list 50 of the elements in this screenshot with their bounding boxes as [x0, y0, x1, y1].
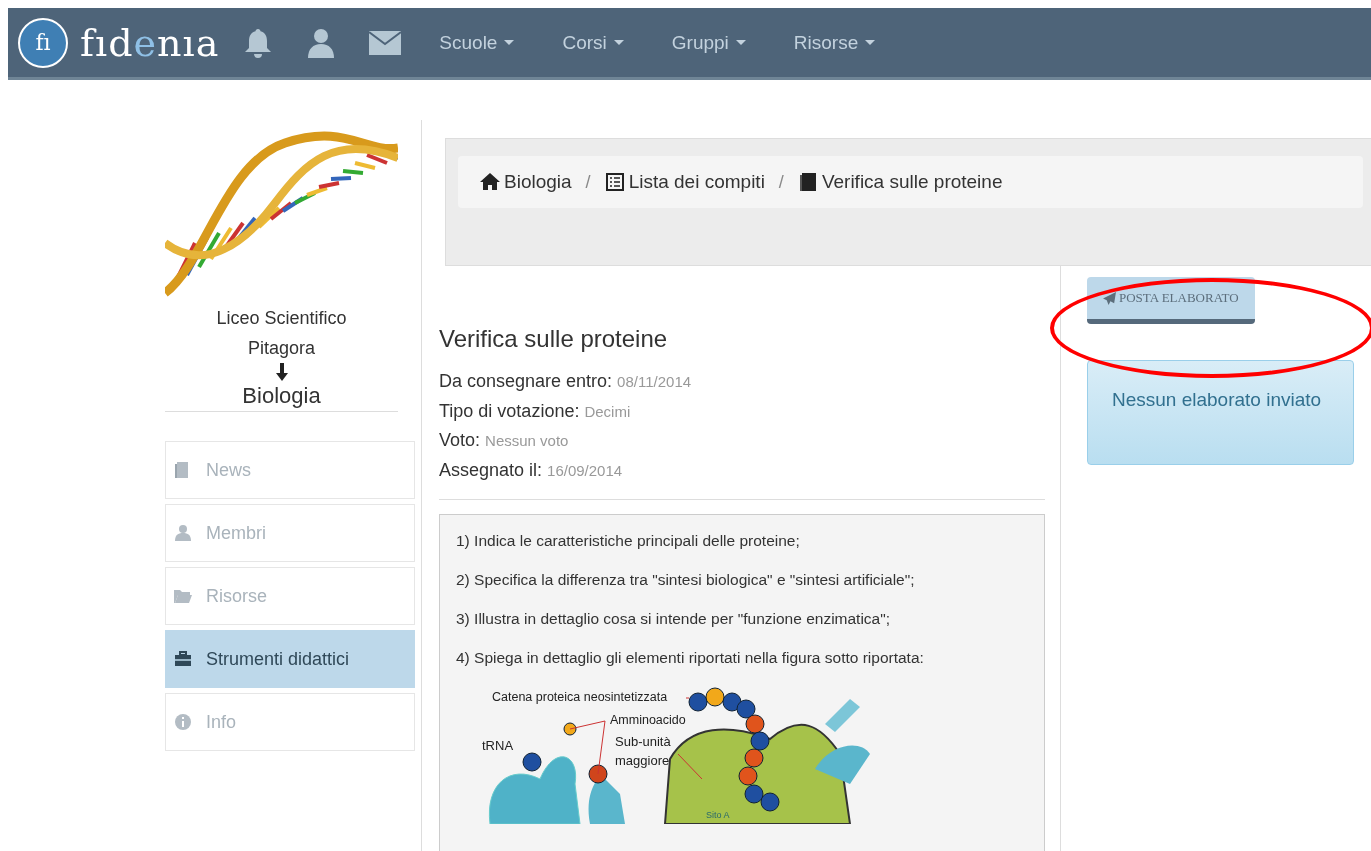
- envelope-icon: [369, 30, 402, 55]
- logo-icon[interactable]: fı: [18, 17, 68, 68]
- field-label: Da consegnare entro:: [439, 371, 613, 391]
- assignment-title: Verifica sulle proteine: [439, 325, 669, 353]
- briefcase-icon: [174, 650, 192, 668]
- figure-label: tRNA: [482, 737, 514, 755]
- book-icon: [797, 172, 818, 192]
- field-value: 08/11/2014: [617, 373, 692, 390]
- sidebar-item[interactable]: News: [165, 441, 415, 499]
- nav-menu[interactable]: Corsi: [562, 31, 624, 54]
- post-button[interactable]: POSTA ELABORATO: [1087, 277, 1255, 324]
- nav-menu[interactable]: Risorse: [793, 31, 876, 54]
- field-label: Assegnato il:: [439, 459, 543, 480]
- figure-label: Amminoacido: [610, 712, 686, 729]
- breadcrumb-separator: /: [585, 171, 591, 193]
- question-text: 2) Specifica la differenza tra "sintesi biologica" e "sintesi artificiale";: [456, 571, 916, 589]
- course-name: Biologia: [242, 382, 321, 410]
- user-icon: [174, 524, 192, 542]
- school-name: Liceo Scientifico Pitagora: [215, 307, 348, 360]
- field-label: Voto:: [439, 430, 481, 450]
- breadcrumb-separator: /: [778, 171, 784, 193]
- breadcrumb-link[interactable]: Verifica sulle proteine: [797, 171, 1003, 193]
- sidebar-item[interactable]: Risorse: [165, 567, 415, 625]
- bell-icon: [243, 26, 274, 59]
- field-label: Tipo di votazione:: [439, 400, 580, 421]
- breadcrumb-link[interactable]: Lista dei compiti: [604, 171, 765, 193]
- breadcrumb-link[interactable]: Biologia: [480, 171, 572, 193]
- down-arrow-icon: [275, 363, 288, 381]
- sidebar-item[interactable]: Strumenti didattici: [165, 630, 415, 688]
- info-icon: [174, 713, 192, 731]
- question-text: 1) Indica le caratteristiche principali delle proteine;: [456, 532, 801, 550]
- logo-wordmark[interactable]: fıdenıa: [80, 20, 220, 65]
- figure-label: Catena proteica neosintetizzata: [492, 689, 668, 706]
- field-value: Nessun voto: [485, 432, 569, 449]
- sidebar-item[interactable]: Info: [165, 693, 415, 751]
- list-icon: [604, 172, 625, 192]
- status-alert: Nessun elaborato inviato: [1087, 360, 1354, 465]
- field-value: Decimi: [584, 402, 631, 420]
- nav-menu[interactable]: Gruppi: [671, 31, 746, 54]
- question-text: 3) Illustra in dettaglio cosa si intende per "funzione enzimatica";: [456, 610, 892, 628]
- paper-plane-icon: [1103, 291, 1116, 305]
- figure-label: Sub-unità maggiore: [615, 733, 672, 770]
- field-value: 16/09/2014: [547, 461, 623, 479]
- user-icon: [307, 26, 336, 59]
- folder-icon: [174, 587, 192, 605]
- figure-label: Sito A: [706, 810, 730, 820]
- sidebar-item[interactable]: Membri: [165, 504, 415, 562]
- home-icon: [480, 172, 500, 192]
- question-text: 4) Spiega in dettaglio gli elementi riportati nella figura sotto riportata:: [456, 649, 925, 667]
- nav-menu[interactable]: Scuole: [439, 31, 515, 54]
